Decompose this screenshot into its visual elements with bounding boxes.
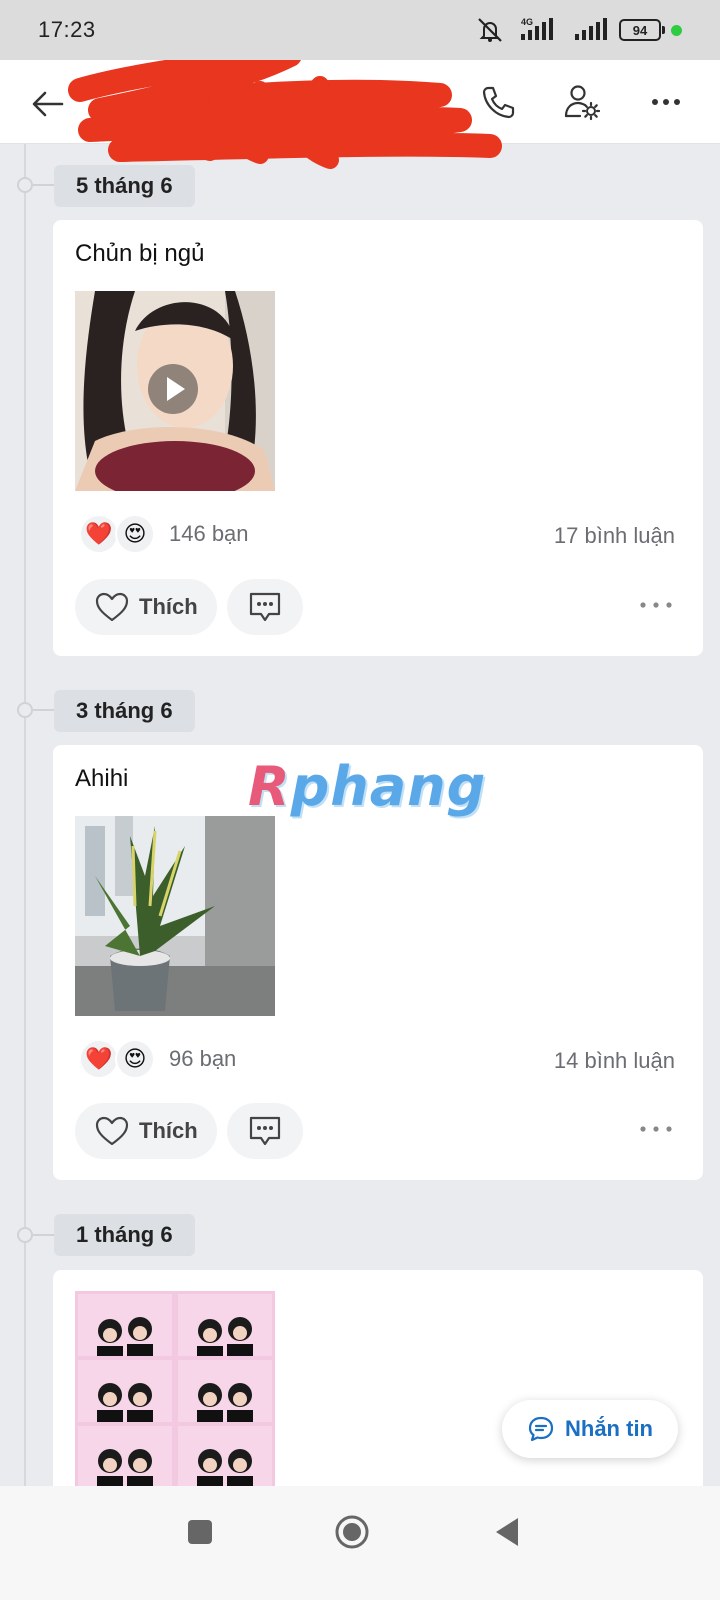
user-settings-icon[interactable] [562, 82, 602, 122]
timeline-line [24, 144, 26, 1514]
timeline-dot [17, 702, 33, 718]
comment-count[interactable]: 17 bình luận [554, 523, 675, 549]
timeline-dot [17, 1227, 33, 1243]
post-more-icon[interactable] [639, 600, 673, 610]
comment-button[interactable] [227, 1103, 303, 1159]
privacy-indicator [671, 24, 682, 36]
recent-apps-icon[interactable] [178, 1510, 222, 1554]
message-button[interactable]: Nhắn tin [502, 1400, 678, 1458]
heart-eyes-reaction-icon: 😍 [115, 514, 155, 554]
heart-reaction-icon: ❤️ [79, 1039, 119, 1079]
timeline-dot [17, 177, 33, 193]
timeline-connector [33, 184, 55, 186]
like-button[interactable]: Thích [75, 1103, 217, 1159]
post-text: Chủn bị ngủ [75, 240, 205, 267]
watermark: Rphang [248, 755, 486, 818]
phone-icon[interactable] [478, 82, 518, 122]
post-text: Ahihi [75, 765, 129, 792]
header [0, 60, 720, 169]
signal-icon: 4G [521, 17, 553, 40]
status-bar: 17:23 4G 94 [0, 0, 720, 60]
battery-icon: 94 [619, 19, 682, 41]
status-icons: 4G 94 [475, 16, 682, 44]
battery-level: 94 [619, 19, 661, 41]
post-card[interactable] [53, 1270, 703, 1500]
comment-icon [249, 592, 281, 622]
redacted-profile-name [68, 60, 502, 169]
comment-icon [249, 1116, 281, 1146]
timeline-connector [33, 709, 55, 711]
watermark-rest: phang [290, 755, 487, 818]
heart-reaction-icon: ❤️ [79, 514, 119, 554]
video-thumbnail[interactable] [75, 291, 275, 491]
timeline-connector [33, 1234, 55, 1236]
status-time: 17:23 [38, 17, 96, 42]
home-icon[interactable] [330, 1510, 374, 1554]
reaction-count: 96 bạn [169, 1046, 237, 1071]
like-label: Thích [139, 1118, 198, 1143]
like-label: Thích [139, 594, 198, 619]
system-nav-bar [0, 1486, 720, 1600]
reaction-summary[interactable]: ❤️ 😍 146 bạn [79, 514, 249, 554]
signal-icon-2 [575, 18, 607, 40]
watermark-initial: R [248, 755, 291, 818]
heart-icon [95, 1116, 129, 1146]
comment-count[interactable]: 14 bình luận [554, 1048, 675, 1074]
reaction-count: 146 bạn [169, 521, 249, 546]
like-button[interactable]: Thích [75, 579, 217, 635]
date-chip: 3 tháng 6 [54, 690, 195, 732]
message-button-label: Nhắn tin [565, 1416, 653, 1441]
heart-icon [95, 592, 129, 622]
network-type: 4G [521, 17, 533, 27]
heart-eyes-reaction-icon: 😍 [115, 1039, 155, 1079]
photo-collage-thumbnail[interactable] [75, 1291, 275, 1491]
date-chip: 5 tháng 6 [54, 165, 195, 207]
more-horizontal-icon[interactable] [646, 82, 686, 122]
post-more-icon[interactable] [639, 1124, 673, 1134]
date-chip: 1 tháng 6 [54, 1214, 195, 1256]
mute-icon [478, 18, 502, 42]
post-card[interactable]: Chủn bị ngủ ❤️ 😍 146 bạn 17 bình luận Th… [53, 220, 703, 656]
comment-button[interactable] [227, 579, 303, 635]
back-icon[interactable] [486, 1510, 530, 1554]
photo-thumbnail[interactable] [75, 816, 275, 1016]
chat-bubble-icon [528, 1416, 554, 1442]
reaction-summary[interactable]: ❤️ 😍 96 bạn [79, 1039, 236, 1079]
